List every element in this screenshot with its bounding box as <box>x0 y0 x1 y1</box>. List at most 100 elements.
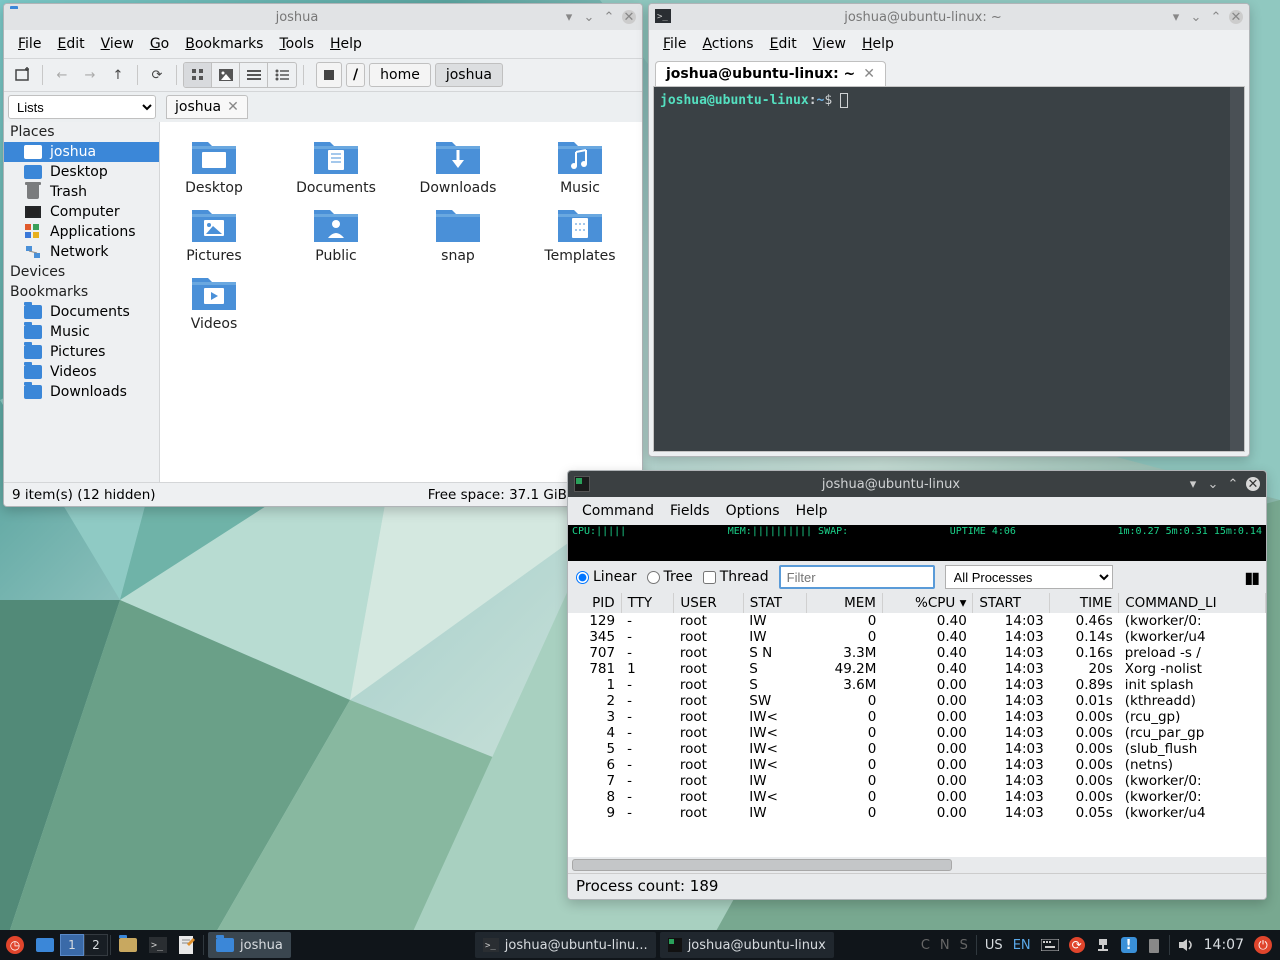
sidebar-bookmark-downloads[interactable]: Downloads <box>4 382 159 402</box>
scope-select[interactable]: All Processes <box>945 565 1113 589</box>
maximize-button[interactable]: ⌃ <box>602 10 616 24</box>
col-%cpu[interactable]: %CPU ▾ <box>882 593 972 613</box>
process-row[interactable]: 707-rootS N3.3M0.4014:030.16spreload -s … <box>568 645 1266 661</box>
sidebar-item-network[interactable]: Network <box>4 242 159 262</box>
path-seg-home[interactable]: home <box>369 63 431 87</box>
process-row[interactable]: 4-rootIW<00.0014:030.00s(rcu_par_gp <box>568 725 1266 741</box>
sidebar-mode-select[interactable]: Lists <box>8 95 156 119</box>
filemgr-tab[interactable]: joshua ✕ <box>166 95 248 119</box>
folder-documents[interactable]: Documents <box>290 134 382 196</box>
folder-snap[interactable]: snap <box>412 202 504 264</box>
tray-removable-icon[interactable] <box>1143 930 1165 960</box>
sidebar-item-applications[interactable]: Applications <box>4 222 159 242</box>
task-qps[interactable]: joshua@ubuntu-linux <box>660 932 834 958</box>
menu-help[interactable]: Help <box>324 34 368 54</box>
forward-button[interactable]: → <box>77 62 103 88</box>
clock[interactable]: 14:07 <box>1200 930 1248 960</box>
sidebar-item-desktop[interactable]: Desktop <box>4 162 159 182</box>
kbd-layout[interactable]: US <box>981 930 1007 960</box>
process-row[interactable]: 8-rootIW<00.0014:030.00s(kworker/0: <box>568 789 1266 805</box>
show-desktop-button[interactable] <box>30 930 60 960</box>
folder-templates[interactable]: Templates <box>534 202 626 264</box>
view-thread-check[interactable]: Thread <box>703 569 769 585</box>
launcher-terminal[interactable]: >_ <box>143 930 173 960</box>
process-row[interactable]: 345-rootIW00.4014:030.14s(kworker/u4 <box>568 629 1266 645</box>
col-tty[interactable]: TTY <box>621 593 674 613</box>
menu-file[interactable]: File <box>12 34 47 54</box>
menu-bookmarks[interactable]: Bookmarks <box>179 34 269 54</box>
process-row[interactable]: 2-rootSW00.0014:030.01s(kthreadd) <box>568 693 1266 709</box>
tray-updates-icon[interactable]: ⟳ <box>1065 930 1089 960</box>
sidebar-bookmark-documents[interactable]: Documents <box>4 302 159 322</box>
terminal-scrollbar[interactable] <box>1230 87 1244 451</box>
close-button[interactable]: ✕ <box>622 10 636 24</box>
col-stat[interactable]: STAT <box>743 593 807 613</box>
maximize-button[interactable]: ⌃ <box>1226 477 1240 491</box>
back-button[interactable]: ← <box>49 62 75 88</box>
menu-edit[interactable]: Edit <box>51 34 90 54</box>
indicator-num[interactable]: N <box>936 930 954 960</box>
pause-button[interactable]: ▮▮ <box>1244 568 1258 587</box>
minimize-button[interactable]: ⌄ <box>582 10 596 24</box>
col-mem[interactable]: MEM <box>807 593 883 613</box>
workspace-2[interactable]: 2 <box>84 934 108 956</box>
thumbnail-view-button[interactable] <box>212 63 240 87</box>
task-filemanager[interactable]: joshua <box>208 932 291 958</box>
process-viewer-window[interactable]: joshua@ubuntu-linux ▾ ⌄ ⌃ ✕ Command Fiel… <box>567 470 1267 900</box>
menu-help[interactable]: Help <box>856 34 900 54</box>
menu-edit[interactable]: Edit <box>764 34 803 54</box>
process-row[interactable]: 9-rootIW00.0014:030.05s(kworker/u4 <box>568 805 1266 821</box>
tab-close-icon[interactable]: ✕ <box>227 99 239 115</box>
launcher-editor[interactable] <box>173 930 201 960</box>
power-button[interactable]: ⏻ <box>1250 930 1276 960</box>
col-user[interactable]: USER <box>674 593 743 613</box>
minimize-button[interactable]: ⌄ <box>1206 477 1220 491</box>
process-row[interactable]: 7-rootIW00.0014:030.00s(kworker/0: <box>568 773 1266 789</box>
path-seg-joshua[interactable]: joshua <box>435 63 503 87</box>
launcher-filemanager[interactable] <box>113 930 143 960</box>
path-root-button[interactable] <box>316 62 342 88</box>
close-button[interactable]: ✕ <box>1246 477 1260 491</box>
folder-videos[interactable]: Videos <box>168 270 260 332</box>
process-row[interactable]: 5-rootIW<00.0014:030.00s(slub_flush <box>568 741 1266 757</box>
file-manager-window[interactable]: joshua ▾ ⌄ ⌃ ✕ File Edit View Go Bookmar… <box>3 3 643 507</box>
filemgr-iconview[interactable]: DesktopDocumentsDownloadsMusicPicturesPu… <box>160 122 642 482</box>
col-time[interactable]: TIME <box>1050 593 1119 613</box>
view-tree-radio[interactable]: Tree <box>647 569 693 585</box>
indicator-scroll[interactable]: S <box>956 930 972 960</box>
sidebar-bookmark-music[interactable]: Music <box>4 322 159 342</box>
input-method[interactable]: EN <box>1009 930 1035 960</box>
tray-volume-icon[interactable] <box>1174 930 1198 960</box>
col-command_li[interactable]: COMMAND_LI <box>1119 593 1266 613</box>
tray-keyboard-icon[interactable] <box>1037 930 1063 960</box>
qps-titlebar[interactable]: joshua@ubuntu-linux ▾ ⌄ ⌃ ✕ <box>568 471 1266 497</box>
process-row[interactable]: 129-rootIW00.4014:030.46s(kworker/0: <box>568 613 1266 629</box>
minimize-button[interactable]: ⌄ <box>1189 10 1203 24</box>
filter-input[interactable] <box>779 565 935 589</box>
process-row[interactable]: 3-rootIW<00.0014:030.00s(rcu_gp) <box>568 709 1266 725</box>
process-row[interactable]: 6-rootIW<00.0014:030.00s(netns) <box>568 757 1266 773</box>
shade-button[interactable]: ▾ <box>562 10 576 24</box>
col-pid[interactable]: PID <box>568 593 621 613</box>
sidebar-bookmark-pictures[interactable]: Pictures <box>4 342 159 362</box>
folder-music[interactable]: Music <box>534 134 626 196</box>
col-start[interactable]: START <box>973 593 1050 613</box>
menu-options[interactable]: Options <box>720 501 786 521</box>
filemgr-titlebar[interactable]: joshua ▾ ⌄ ⌃ ✕ <box>4 4 642 30</box>
app-menu-button[interactable]: ◷ <box>0 930 30 960</box>
menu-view[interactable]: View <box>807 34 852 54</box>
process-row[interactable]: 7811rootS49.2M0.4014:0320sXorg -nolist <box>568 661 1266 677</box>
terminal-window[interactable]: >_ joshua@ubuntu-linux: ~ ▾ ⌄ ⌃ ✕ File A… <box>648 3 1250 457</box>
maximize-button[interactable]: ⌃ <box>1209 10 1223 24</box>
sidebar-item-home[interactable]: joshua <box>4 142 159 162</box>
sidebar-item-computer[interactable]: Computer <box>4 202 159 222</box>
up-button[interactable]: ↑ <box>105 62 131 88</box>
workspace-1[interactable]: 1 <box>60 934 84 956</box>
view-linear-radio[interactable]: Linear <box>576 569 637 585</box>
tab-close-icon[interactable]: ✕ <box>863 66 875 82</box>
folder-public[interactable]: Public <box>290 202 382 264</box>
sidebar-item-trash[interactable]: Trash <box>4 182 159 202</box>
menu-file[interactable]: File <box>657 34 692 54</box>
indicator-caps[interactable]: C <box>917 930 934 960</box>
menu-actions[interactable]: Actions <box>696 34 759 54</box>
